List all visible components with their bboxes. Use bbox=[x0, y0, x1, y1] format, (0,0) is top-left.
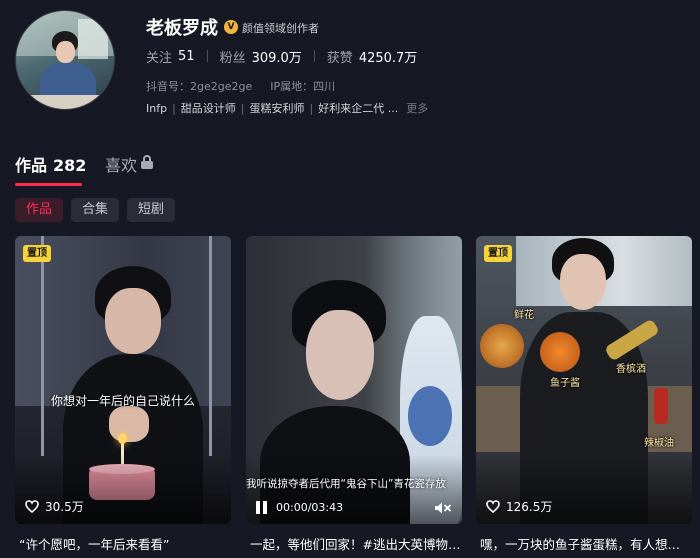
video-card[interactable]: 你想对一年后的自己说什么 置顶 30.5万 “许个愿吧，一年后来看看” bbox=[15, 236, 231, 558]
avatar-face bbox=[56, 41, 75, 63]
stat-divider bbox=[313, 50, 315, 62]
chili-oil-bottle bbox=[654, 388, 668, 424]
bio-more-link[interactable]: 更多 bbox=[406, 100, 428, 116]
person-face bbox=[560, 254, 606, 310]
stat-divider bbox=[206, 50, 208, 62]
bio-tag: 甜品设计师 bbox=[180, 102, 236, 115]
filter-chips: 作品 合集 短剧 bbox=[15, 198, 183, 222]
pinned-badge: 置顶 bbox=[23, 245, 51, 262]
following-label[interactable]: 关注 bbox=[146, 47, 172, 66]
profile-name: 老板罗成 bbox=[146, 18, 218, 39]
total-likes-count: 4250.7万 bbox=[358, 50, 418, 66]
video-caption[interactable]: 嘿，一万块的鱼子酱蛋糕，有人想要… bbox=[480, 534, 692, 553]
video-card[interactable]: 我听说掠夺者后代用“鬼谷下山”青花瓷存放 00:00/03:43 一起，等他们回… bbox=[246, 236, 462, 558]
bio-divider: | bbox=[309, 101, 314, 115]
ip-location: IP属地：四川 bbox=[270, 80, 336, 93]
tab-likes[interactable]: 喜欢 bbox=[105, 152, 137, 176]
bio-tag: Infp bbox=[146, 101, 168, 115]
video-likes-count: 30.5万 bbox=[45, 500, 84, 514]
total-likes-label: 获赞 bbox=[326, 50, 353, 66]
following-count[interactable]: 51 bbox=[178, 49, 195, 64]
overlay-tag: 香槟酒 bbox=[616, 364, 646, 375]
background-pole bbox=[41, 236, 44, 456]
tab-works-label: 作品 bbox=[15, 156, 48, 175]
followers-label[interactable]: 粉丝 bbox=[220, 47, 246, 66]
filter-chip-collections[interactable]: 合集 bbox=[71, 198, 120, 222]
profile-header: 老板罗成 V 颜值领域创作者 关注 51 粉丝 309.0万 获赞 4250.7… bbox=[0, 0, 700, 125]
verified-badge-icon: V bbox=[224, 20, 238, 34]
overlay-tag: 鱼子酱 bbox=[550, 378, 580, 389]
lock-icon bbox=[141, 155, 153, 169]
douyin-id: 抖音号：2ge2ge2ge bbox=[146, 80, 253, 93]
person-hands bbox=[109, 406, 149, 442]
video-likes: 30.5万 bbox=[25, 498, 84, 515]
filter-chip-short-dramas[interactable]: 短剧 bbox=[127, 198, 176, 222]
overlay-tag: 鲜花 bbox=[514, 310, 534, 321]
candle-flame bbox=[118, 433, 127, 444]
avatar-window bbox=[78, 19, 108, 59]
bio-tag: 好利来企二代 ... bbox=[318, 102, 399, 115]
avatar[interactable] bbox=[15, 10, 115, 110]
video-likes-count: 126.5万 bbox=[506, 500, 553, 514]
video-subtitle: 我听说掠夺者后代用“鬼谷下山”青花瓷存放 bbox=[246, 478, 446, 490]
caviar-cake bbox=[540, 332, 580, 372]
overlay-tag: 辣椒油 bbox=[644, 438, 674, 449]
avatar-desk bbox=[16, 95, 114, 109]
filter-chip-works[interactable]: 作品 bbox=[15, 198, 64, 222]
video-caption[interactable]: “许个愿吧，一年后来看看” bbox=[19, 534, 231, 553]
vase-pattern bbox=[408, 386, 452, 446]
flower-bouquet bbox=[480, 324, 524, 368]
video-likes: 126.5万 bbox=[486, 498, 552, 515]
background-pole bbox=[209, 236, 212, 456]
pinned-badge: 置顶 bbox=[484, 245, 512, 262]
profile-stats: 关注 51 粉丝 309.0万 获赞 4250.7万 bbox=[146, 47, 418, 66]
active-tab-indicator bbox=[15, 183, 82, 186]
mute-icon[interactable] bbox=[434, 501, 452, 515]
bio-divider: | bbox=[172, 101, 176, 115]
video-thumbnail[interactable]: 我听说掠夺者后代用“鬼谷下山”青花瓷存放 00:00/03:43 bbox=[246, 236, 462, 524]
heart-icon bbox=[25, 500, 39, 513]
video-time: 00:00/03:43 bbox=[276, 501, 344, 514]
pause-icon[interactable] bbox=[256, 501, 268, 514]
verified-creator-label: 颜值领域创作者 bbox=[242, 22, 319, 35]
video-thumbnail[interactable]: 你想对一年后的自己说什么 置顶 30.5万 bbox=[15, 236, 231, 524]
video-card[interactable]: 鲜花 鱼子酱 香槟酒 辣椒油 置顶 126.5万 嘿，一万块的鱼子酱蛋糕，有人想… bbox=[476, 236, 692, 558]
person-face bbox=[306, 310, 374, 400]
video-subtitle: 你想对一年后的自己说什么 bbox=[50, 394, 195, 408]
heart-icon bbox=[486, 500, 500, 513]
video-caption[interactable]: 一起，等他们回家！#逃出大英博物… bbox=[250, 534, 462, 553]
tab-works[interactable]: 作品 282 bbox=[15, 152, 86, 176]
tab-works-count: 282 bbox=[53, 156, 87, 175]
bio-divider: | bbox=[240, 101, 245, 115]
bio-tag: 蛋糕安利师 bbox=[249, 102, 305, 115]
followers-count[interactable]: 309.0万 bbox=[252, 47, 302, 66]
profile-meta: 抖音号：2ge2ge2ge IP属地：四川 bbox=[146, 78, 353, 94]
person-face bbox=[105, 288, 161, 354]
video-thumbnail[interactable]: 鲜花 鱼子酱 香槟酒 辣椒油 置顶 126.5万 bbox=[476, 236, 692, 524]
video-playback-controls: 00:00/03:43 bbox=[256, 501, 343, 514]
profile-bio-tags: Infp | 甜品设计师 | 蛋糕安利师 | 好利来企二代 ... 更多 bbox=[146, 100, 428, 116]
